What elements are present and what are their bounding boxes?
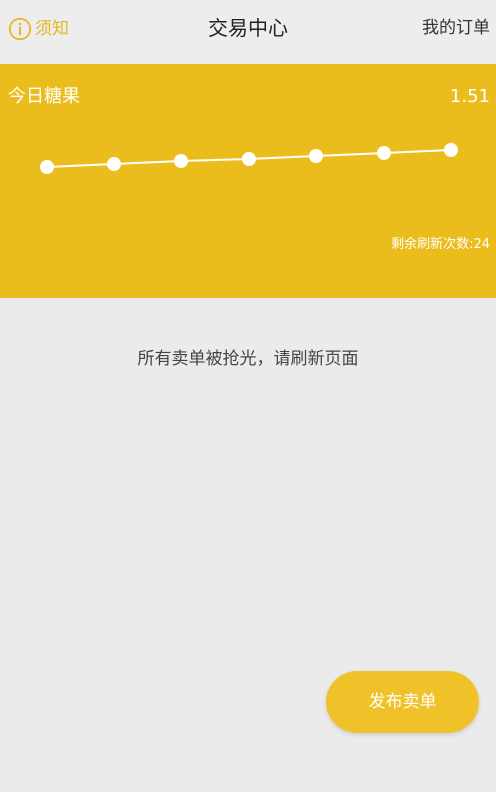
trend-point <box>242 152 256 166</box>
trend-point <box>174 154 188 168</box>
top-bar: 须知 交易中心 我的订单 <box>0 0 496 62</box>
my-orders-link[interactable]: 我的订单 <box>422 16 490 40</box>
candy-banner: 今日糖果 1.51 剩余刷新次数:24 <box>0 64 496 298</box>
trend-point <box>444 143 458 157</box>
trend-line-chart <box>40 143 458 174</box>
trend-point <box>309 149 323 163</box>
empty-orders-message: 所有卖单被抢光，请刷新页面 <box>137 349 359 369</box>
trend-point <box>107 157 121 171</box>
publish-sell-order-button[interactable]: 发布卖单 <box>326 671 479 733</box>
refresh-count-label: 剩余刷新次数:24 <box>391 237 490 252</box>
trend-point <box>377 146 391 160</box>
trend-point <box>40 160 54 174</box>
